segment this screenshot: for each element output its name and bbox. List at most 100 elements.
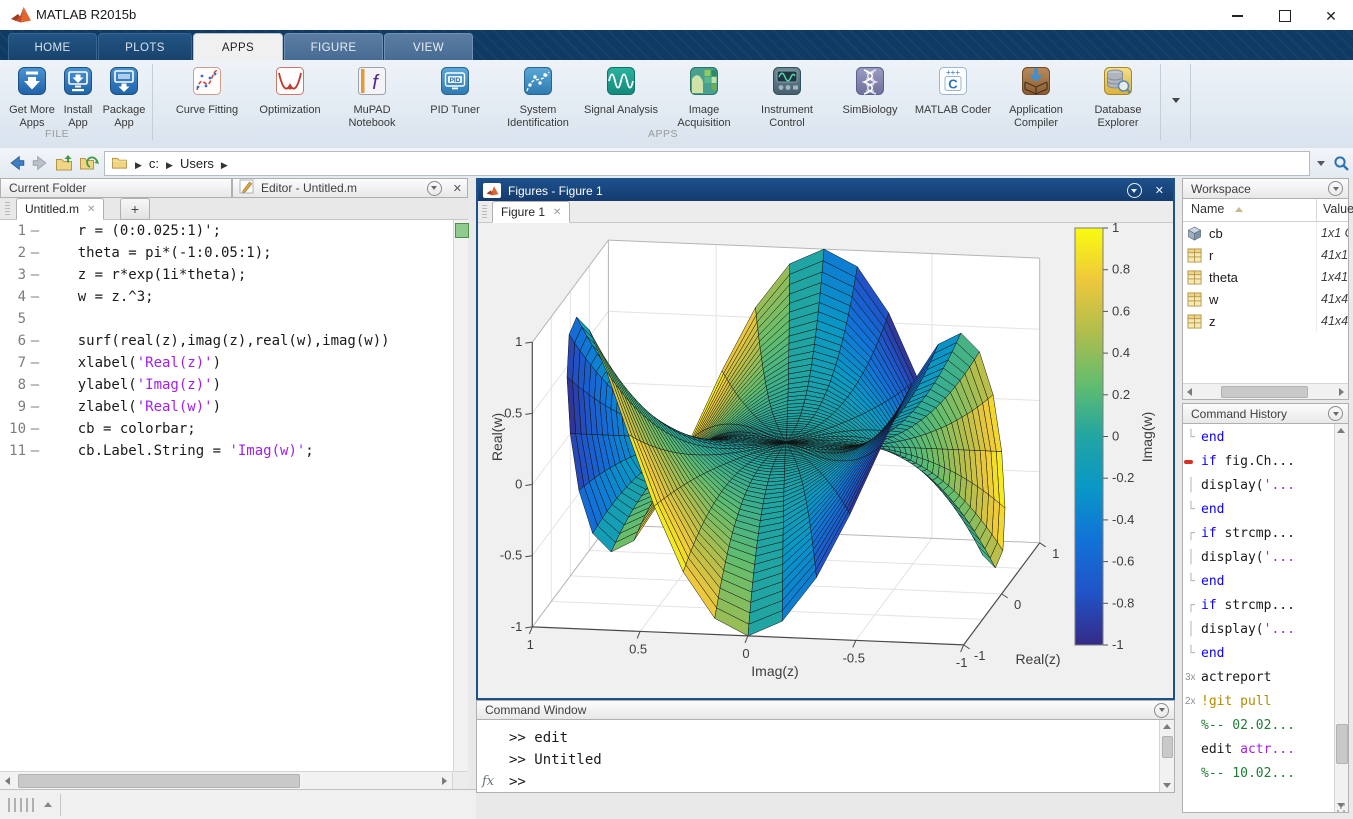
- workspace-row-cb[interactable]: cb 1x1 Co: [1183, 222, 1348, 244]
- history-entry[interactable]: └end: [1183, 570, 1334, 594]
- tab-plots[interactable]: PLOTS: [98, 33, 192, 61]
- resize-grip-icon[interactable]: [1336, 800, 1346, 810]
- editor-line[interactable]: 8– ylabel('Imag(z)'): [0, 374, 453, 396]
- address-search-icon[interactable]: [1330, 152, 1352, 174]
- editor-line[interactable]: 9– zlabel('Real(w)'): [0, 396, 453, 418]
- command-window-scrollbar[interactable]: [1159, 720, 1174, 792]
- history-entry[interactable]: │display('...: [1183, 618, 1334, 642]
- scrollbar-thumb[interactable]: [1336, 724, 1348, 764]
- history-entry[interactable]: └end: [1183, 498, 1334, 522]
- figure-canvas[interactable]: 10.50-0.5-1-10110.50-0.5-1Imag(z)Real(z)…: [478, 223, 1173, 698]
- editor-header[interactable]: Editor - Untitled.m ✕: [232, 178, 468, 198]
- scroll-up-icon[interactable]: [1163, 724, 1171, 729]
- drag-gripper[interactable]: [5, 202, 10, 215]
- workspace-row-theta[interactable]: theta 1x41 d: [1183, 266, 1348, 288]
- workspace-header[interactable]: Workspace: [1183, 179, 1348, 199]
- command-window-body[interactable]: >>>> edit>> Untitled>> fx: [477, 720, 1174, 792]
- app-curve-fitting[interactable]: Curve Fitting: [166, 66, 248, 117]
- app-pid-tuner[interactable]: PID PID Tuner: [414, 66, 496, 117]
- tab-close-icon[interactable]: ✕: [87, 204, 95, 215]
- history-entry[interactable]: %-- 10.02...: [1183, 762, 1334, 786]
- editor-line[interactable]: 3– z = r*exp(1i*theta);: [0, 264, 453, 286]
- drag-gripper[interactable]: [482, 205, 487, 218]
- figures-close-icon[interactable]: ✕: [1150, 184, 1169, 197]
- tab-apps[interactable]: APPS: [193, 33, 283, 61]
- new-tab-button[interactable]: +: [120, 198, 150, 220]
- history-entry[interactable]: ┌if strcmp...: [1183, 594, 1334, 618]
- scroll-left-icon[interactable]: [1187, 388, 1192, 396]
- scroll-right-icon[interactable]: [442, 777, 447, 785]
- history-entry[interactable]: if fig.Ch...: [1183, 450, 1334, 474]
- column-divider[interactable]: [1316, 199, 1317, 221]
- code-analyzer-indicator[interactable]: [455, 223, 469, 238]
- history-entry[interactable]: edit actr...: [1183, 738, 1334, 762]
- console-line[interactable]: >> Untitled: [477, 749, 1174, 771]
- history-entry[interactable]: └end: [1183, 426, 1334, 450]
- workspace-column-header[interactable]: Name Value: [1183, 199, 1348, 222]
- install-app-button[interactable]: InstallApp: [55, 66, 101, 130]
- editor-menu-icon[interactable]: [427, 181, 442, 196]
- expand-icon[interactable]: [44, 802, 52, 807]
- command-window-header[interactable]: Command Window: [477, 701, 1174, 720]
- editor-line[interactable]: 2– theta = pi*(-1:0.05:1);: [0, 242, 453, 264]
- history-entry[interactable]: 3xactreport: [1183, 666, 1334, 690]
- editor-line[interactable]: 7– xlabel('Real(z)'): [0, 352, 453, 374]
- column-name[interactable]: Name: [1191, 202, 1224, 216]
- fx-icon[interactable]: fx: [482, 774, 494, 789]
- editor-line[interactable]: 10– cb = colorbar;: [0, 418, 453, 440]
- workspace-row-r[interactable]: r 41x1 d: [1183, 244, 1348, 266]
- get-more-apps-button[interactable]: Get MoreApps: [9, 66, 55, 130]
- workspace-menu-icon[interactable]: [1328, 181, 1343, 196]
- tab-close-icon[interactable]: ✕: [553, 207, 561, 218]
- workspace-row-w[interactable]: w 41x41: [1183, 288, 1348, 310]
- scroll-right-icon[interactable]: [1339, 388, 1344, 396]
- app-optimization[interactable]: Optimization: [249, 66, 331, 117]
- scroll-down-icon[interactable]: [1163, 783, 1171, 788]
- scrollbar-thumb[interactable]: [1162, 736, 1173, 758]
- history-entry[interactable]: │display('...: [1183, 546, 1334, 570]
- console-line[interactable]: >> edit: [477, 727, 1174, 749]
- editor-line[interactable]: 5: [0, 308, 453, 330]
- console-line[interactable]: >>: [477, 771, 1174, 792]
- current-folder-header[interactable]: Current Folder: [0, 178, 232, 198]
- maximize-button[interactable]: [1270, 8, 1300, 24]
- app-database-explorer[interactable]: DatabaseExplorer: [1077, 66, 1159, 130]
- app-application-compiler[interactable]: ApplicationCompiler: [995, 66, 1077, 130]
- breadcrumb-item[interactable]: Users: [180, 156, 214, 171]
- editor-horizontal-scrollbar[interactable]: [0, 771, 468, 789]
- back-button[interactable]: [6, 152, 28, 174]
- history-entry[interactable]: 2x!git pull: [1183, 690, 1334, 714]
- command-history-header[interactable]: Command History: [1183, 404, 1348, 424]
- breadcrumb[interactable]: ▶c:▶Users▶: [104, 151, 1310, 176]
- tab-figure-1[interactable]: Figure 1 ✕: [492, 201, 570, 223]
- editor-line[interactable]: 6– surf(real(z),imag(z),real(w),imag(w)): [0, 330, 453, 352]
- editor-close-icon[interactable]: ✕: [448, 182, 467, 195]
- app-mupad-notebook[interactable]: f MuPADNotebook: [331, 66, 413, 130]
- package-app-button[interactable]: PackageApp: [101, 66, 147, 130]
- command-window-menu-icon[interactable]: [1154, 703, 1169, 718]
- editor-line[interactable]: 1– r = (0:0.025:1)';: [0, 220, 453, 242]
- editor-vertical-scrollbar[interactable]: [453, 220, 468, 771]
- history-entry[interactable]: └end: [1183, 642, 1334, 666]
- scrollbar-thumb[interactable]: [1221, 386, 1308, 398]
- grip-icon[interactable]: [8, 798, 34, 812]
- tab-view[interactable]: VIEW: [384, 33, 473, 61]
- workspace-horizontal-scrollbar[interactable]: [1183, 383, 1348, 399]
- history-entry[interactable]: ┌if strcmp...: [1183, 522, 1334, 546]
- minimize-button[interactable]: [1222, 8, 1252, 24]
- command-history-scrollbar[interactable]: [1334, 424, 1348, 812]
- app-image-acquisition[interactable]: ImageAcquisition: [663, 66, 745, 130]
- app-system-identification[interactable]: SystemIdentification: [497, 66, 579, 130]
- up-folder-button[interactable]: [54, 152, 76, 174]
- figures-menu-icon[interactable]: [1127, 183, 1142, 198]
- app-matlab-coder[interactable]: +++C MATLAB Coder: [912, 66, 994, 117]
- editor-line[interactable]: 4– w = z.^3;: [0, 286, 453, 308]
- breadcrumb-dropdown-button[interactable]: [1310, 152, 1332, 174]
- close-button[interactable]: ✕: [1316, 8, 1346, 24]
- workspace-row-z[interactable]: z 41x41: [1183, 310, 1348, 332]
- editor-code-area[interactable]: 1– r = (0:0.025:1)';2– theta = pi*(-1:0.…: [0, 220, 453, 771]
- app-simbiology[interactable]: SimBiology: [829, 66, 911, 117]
- column-value[interactable]: Value: [1323, 202, 1353, 216]
- command-history-body[interactable]: └endif fig.Ch...│display('...└end┌if str…: [1183, 424, 1348, 812]
- apps-gallery-dropdown-button[interactable]: [1166, 90, 1186, 110]
